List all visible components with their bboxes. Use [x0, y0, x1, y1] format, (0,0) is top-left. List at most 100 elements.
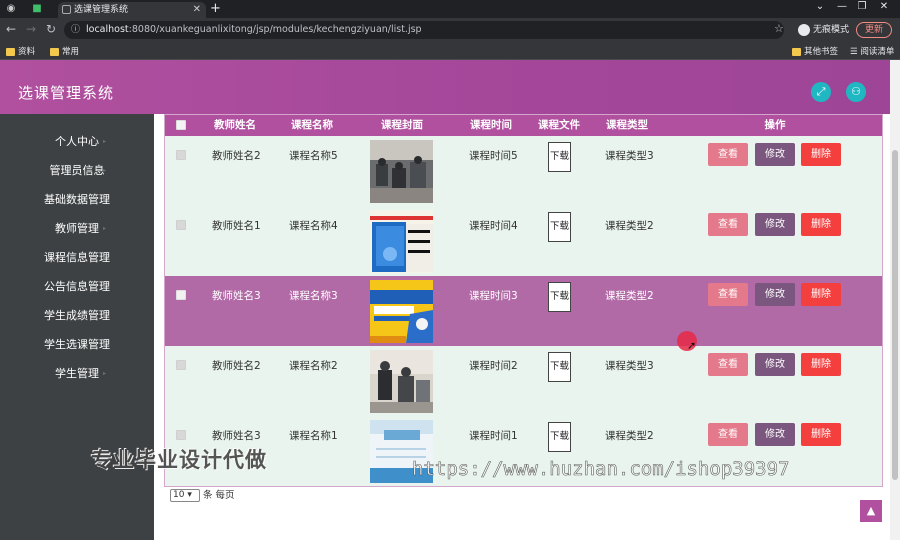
cell-teacher-name: 教师姓名3	[212, 430, 261, 442]
sidebar-item-admin-info[interactable]: 管理员信息	[0, 156, 154, 185]
delete-button[interactable]: 删除	[801, 143, 841, 166]
course-resource-table: 教师姓名 课程名称 课程封面 课程时间 课程文件 课程类型 操作 教师姓名2 课…	[164, 114, 883, 487]
sidebar-item-grades[interactable]: 学生成绩管理	[0, 301, 154, 330]
bookmark-item[interactable]: 资料	[6, 45, 35, 57]
cell-course-type: 课程类型3	[605, 360, 654, 372]
watermark-right: https://www.huzhan.com/ishop39397	[412, 458, 790, 481]
course-cover-image	[370, 350, 433, 413]
download-button[interactable]: 下载	[548, 282, 571, 312]
cell-course-type: 课程类型2	[605, 290, 654, 302]
delete-button[interactable]: 删除	[801, 213, 841, 236]
edit-button[interactable]: 修改	[755, 213, 795, 236]
download-button[interactable]: 下载	[548, 142, 571, 172]
info-icon[interactable]: ⓘ	[71, 21, 80, 39]
col-course-cover: 课程封面	[381, 119, 423, 131]
view-button[interactable]: 查看	[708, 213, 748, 236]
folder-icon	[6, 47, 15, 56]
reading-list[interactable]: ☰ 阅读清单	[850, 45, 894, 57]
row-checkbox[interactable]	[176, 430, 186, 440]
forward-icon[interactable]: →	[24, 22, 38, 36]
incognito-indicator[interactable]: 无痕模式	[798, 22, 849, 36]
col-operations: 操作	[764, 119, 786, 131]
view-button[interactable]: 查看	[708, 143, 748, 166]
back-to-top-button[interactable]: ▲	[860, 500, 882, 522]
sidebar-item-course-selection[interactable]: 学生选课管理	[0, 330, 154, 359]
window-close-icon[interactable]: ✕	[874, 1, 894, 12]
page-size-value: 10	[173, 490, 185, 500]
table-row[interactable]: 教师姓名2 课程名称5 课程时间5 下载 课程类型3 查看 修改 删除	[165, 136, 882, 206]
edit-button[interactable]: 修改	[755, 143, 795, 166]
download-button[interactable]: 下载	[548, 212, 571, 242]
tab-active[interactable]: 选课管理系统 ✕	[58, 2, 206, 18]
cell-course-type: 课程类型2	[605, 220, 654, 232]
url-host: localhost	[86, 24, 129, 35]
page-size-select[interactable]: 10 ▾	[170, 489, 200, 502]
sidebar-item-students[interactable]: 学生管理	[0, 359, 154, 388]
sidebar-item-personal-center[interactable]: 个人中心	[0, 127, 154, 156]
reading-list-icon: ☰	[850, 47, 861, 57]
row-checkbox[interactable]	[176, 360, 186, 370]
col-teacher-name: 教师姓名	[214, 119, 256, 131]
download-button[interactable]: 下载	[548, 422, 571, 452]
sidebar-item-announcements[interactable]: 公告信息管理	[0, 272, 154, 301]
chevron-down-icon[interactable]: ⌄	[810, 1, 830, 12]
edit-button[interactable]: 修改	[755, 353, 795, 376]
row-checkbox[interactable]	[176, 220, 186, 230]
scrollbar-thumb[interactable]	[892, 150, 898, 480]
cell-teacher-name: 教师姓名2	[212, 360, 261, 372]
course-cover-image	[370, 210, 433, 273]
cell-course-time: 课程时间4	[469, 220, 518, 232]
folder-icon	[50, 47, 59, 56]
bookmark-item[interactable]: 常用	[50, 45, 79, 57]
sidebar-item-basic-data[interactable]: 基础数据管理	[0, 185, 154, 214]
table-header: 教师姓名 课程名称 课程封面 课程时间 课程文件 课程类型 操作	[165, 115, 882, 136]
view-button[interactable]: 查看	[708, 283, 748, 306]
url-path: :8080/xuankeguanlixitong/jsp/modules/kec…	[128, 24, 422, 35]
restore-icon[interactable]: ❐	[852, 1, 872, 12]
download-button[interactable]: 下载	[548, 352, 571, 382]
user-icon[interactable]: ⚇	[846, 82, 866, 102]
minimize-icon[interactable]: —	[832, 1, 852, 12]
back-icon[interactable]: ←	[4, 22, 18, 36]
bookmark-label: 资料	[18, 47, 36, 57]
sidebar-item-teachers[interactable]: 教师管理	[0, 214, 154, 243]
cell-course-name: 课程名称1	[289, 430, 338, 442]
cell-course-time: 课程时间3	[469, 290, 518, 302]
col-course-name: 课程名称	[291, 119, 333, 131]
col-course-time: 课程时间	[470, 119, 512, 131]
delete-button[interactable]: 删除	[801, 353, 841, 376]
pinned-tab-icon[interactable]: ■	[28, 2, 46, 16]
edit-button[interactable]: 修改	[755, 283, 795, 306]
bookmark-item[interactable]: 其他书签	[792, 45, 838, 57]
delete-button[interactable]: 删除	[801, 283, 841, 306]
cell-course-name: 课程名称3	[289, 290, 338, 302]
table-row[interactable]: 教师姓名2 课程名称2 课程时间2 下载 课程类型3 查看 修改 删除	[165, 346, 882, 416]
address-bar[interactable]: ⓘ localhost:8080/xuankeguanlixitong/jsp/…	[64, 21, 784, 39]
incognito-icon	[798, 23, 810, 36]
watermark-left: 专业毕业设计代做	[91, 448, 267, 472]
cell-teacher-name: 教师姓名1	[212, 220, 261, 232]
star-icon[interactable]: ☆	[774, 22, 784, 35]
close-icon[interactable]: ✕	[193, 2, 201, 18]
table-row[interactable]: 教师姓名1 课程名称4 课程时间4 下载 课程类型2 查看 修改 删除	[165, 206, 882, 276]
course-cover-image	[370, 140, 433, 203]
app-header: 选课管理系统 ⤢ ⚇	[0, 60, 890, 114]
reload-icon[interactable]: ↻	[44, 22, 58, 36]
chrome-logo-icon[interactable]: ◉	[2, 2, 20, 16]
arrow-up-icon: ▲	[866, 504, 876, 517]
update-button[interactable]: 更新	[856, 22, 893, 38]
browser-tab-bar: ◉ ■ 选课管理系统 ✕ + ⌄ — ❐ ✕	[0, 0, 900, 18]
sidebar-item-courses[interactable]: 课程信息管理	[0, 243, 154, 272]
view-button[interactable]: 查看	[708, 423, 748, 446]
view-button[interactable]: 查看	[708, 353, 748, 376]
new-tab-icon[interactable]: +	[210, 1, 221, 16]
row-checkbox[interactable]	[176, 150, 186, 160]
edit-button[interactable]: 修改	[755, 423, 795, 446]
fullscreen-icon[interactable]: ⤢	[811, 82, 831, 102]
page-scrollbar[interactable]	[890, 60, 900, 540]
row-checkbox[interactable]	[176, 290, 186, 300]
delete-button[interactable]: 删除	[801, 423, 841, 446]
cell-course-time: 课程时间5	[469, 150, 518, 162]
table-row[interactable]: 教师姓名3 课程名称3 课程时间3 下载 课程类型2 查看 修改 删除	[165, 276, 882, 346]
select-all-checkbox[interactable]	[176, 120, 186, 130]
